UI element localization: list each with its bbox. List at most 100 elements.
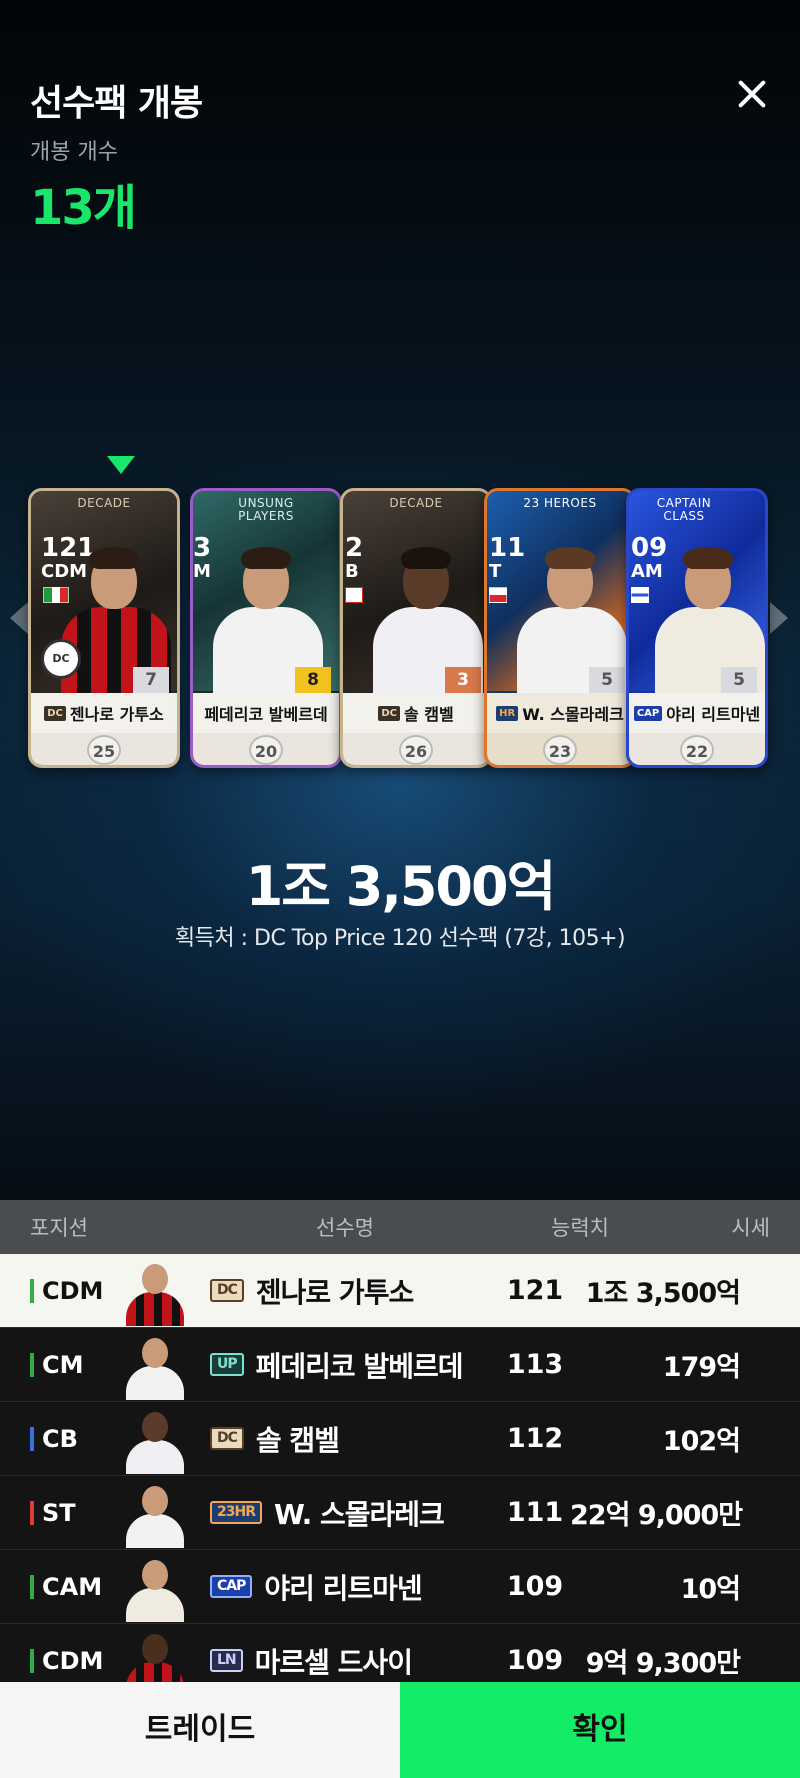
row-badge: UP	[210, 1353, 244, 1376]
row-badge: 23HR	[210, 1501, 262, 1524]
card-name-bar: DC 젠나로 가투소	[31, 693, 177, 733]
card-grade: 7	[133, 667, 169, 693]
player-thumbnail	[120, 1330, 190, 1400]
row-ovr: 111	[506, 1497, 564, 1528]
card-program: 23 HEROES	[523, 496, 597, 510]
player-list-table[interactable]: 포지션 선수명 능력치 시세 CDM DC 젠나로 가투소 121 1조 3,50…	[0, 1200, 800, 1682]
selected-card-pointer-icon	[107, 456, 135, 474]
row-ovr: 109	[506, 1645, 564, 1676]
table-row[interactable]: CB DC 솔 캠벨 112 102억	[0, 1402, 800, 1476]
player-card[interactable]: 23 HEROES 11 T 5 HR W. 스몰라레크 23	[484, 488, 636, 768]
row-price: 22억 9,000만	[570, 1500, 743, 1531]
row-price: 10억	[680, 1574, 741, 1605]
header-position: 포지션	[30, 1216, 88, 1240]
row-price: 9억 9,300만	[585, 1648, 741, 1679]
row-price: 179억	[662, 1352, 741, 1383]
open-count: 13개	[30, 180, 137, 236]
confirm-button[interactable]: 확인	[400, 1682, 800, 1778]
card-position: B	[345, 561, 359, 582]
row-player-name: 마르셀 드사이	[254, 1645, 413, 1679]
row-position: CDM	[42, 1276, 104, 1305]
trade-button[interactable]: 트레이드	[0, 1682, 400, 1778]
card-price-level: 20	[249, 735, 283, 765]
row-ovr: 113	[506, 1349, 564, 1380]
card-program: CAPTAIN CLASS	[656, 496, 712, 523]
card-player-name: 야리 리트마넨	[666, 705, 761, 724]
footer-actions: 트레이드 확인	[0, 1682, 800, 1778]
row-badge: DC	[210, 1427, 244, 1450]
card-name-bar: DC 솔 캠벨	[343, 693, 489, 733]
player-card[interactable]: DECADE 121 CDM DC 7 DC 젠나로 가투소 25	[28, 488, 180, 768]
player-card[interactable]: CAPTAIN CLASS 09 AM 5 CAP 야리 리트마넨 22	[626, 488, 768, 768]
card-badge: DC	[378, 705, 400, 721]
card-badge: HR	[496, 705, 519, 721]
row-player-name: 페데리코 발베르데	[255, 1349, 464, 1383]
row-price: 1조 3,500억	[585, 1278, 741, 1309]
row-badge: LN	[210, 1649, 243, 1672]
card-grade: 3	[445, 667, 481, 693]
card-ovr: 3	[193, 533, 212, 563]
header-ovr: 능력치	[551, 1216, 609, 1240]
card-position: T	[489, 561, 502, 582]
table-row[interactable]: ST 23HR W. 스몰라레크 111 22억 9,000만	[0, 1476, 800, 1550]
player-thumbnail	[120, 1478, 190, 1548]
table-row[interactable]: CM UP 페데리코 발베르데 113 179억	[0, 1328, 800, 1402]
card-position: M	[193, 561, 211, 582]
card-carousel[interactable]: DECADE 121 CDM DC 7 DC 젠나로 가투소 25 UNSUNG…	[0, 488, 800, 778]
row-position: CB	[42, 1424, 78, 1453]
england-flag-icon	[345, 587, 363, 603]
player-thumbnail	[120, 1256, 190, 1326]
card-badge: DC	[44, 705, 66, 721]
card-player-name: 젠나로 가투소	[69, 705, 164, 724]
row-badge: DC	[210, 1279, 244, 1302]
open-count-label: 개봉 개수	[30, 140, 118, 165]
card-program: DECADE	[77, 496, 131, 510]
row-badge: CAP	[210, 1575, 253, 1598]
table-header: 포지션 선수명 능력치 시세	[0, 1200, 800, 1254]
finland-flag-icon	[631, 587, 649, 603]
header-price: 시세	[731, 1216, 770, 1240]
row-player-name: 솔 캠벨	[255, 1423, 340, 1457]
card-name-bar: HR W. 스몰라레크	[487, 693, 633, 733]
row-ovr: 112	[506, 1423, 564, 1454]
row-price: 102억	[662, 1426, 741, 1457]
acquisition-source: 획득처 : DC Top Price 120 선수팩 (7강, 105+)	[174, 926, 626, 951]
row-player-name: 젠나로 가투소	[255, 1275, 414, 1309]
row-position: CM	[42, 1350, 84, 1379]
row-position: CDM	[42, 1646, 104, 1675]
card-grade: 5	[589, 667, 625, 693]
table-row[interactable]: CAM CAP 야리 리트마넨 109 10억	[0, 1550, 800, 1624]
close-icon[interactable]	[728, 70, 776, 118]
table-row[interactable]: CDM DC 젠나로 가투소 121 1조 3,500억	[0, 1254, 800, 1328]
player-thumbnail	[120, 1626, 190, 1682]
selected-player-price: 1조 3,500억	[245, 855, 557, 918]
card-price-level: 23	[543, 735, 577, 765]
card-name-bar: CAP 야리 리트마넨	[629, 693, 765, 733]
card-program: UNSUNG PLAYERS	[238, 496, 294, 523]
row-position: CAM	[42, 1572, 103, 1601]
row-player-name: 야리 리트마넨	[264, 1571, 422, 1605]
poland-flag-icon	[489, 587, 507, 603]
card-ovr: 2	[345, 533, 364, 563]
player-card[interactable]: UNSUNG PLAYERS 3 M 8 페데리코 발베르데 20	[190, 488, 342, 768]
player-thumbnail	[120, 1552, 190, 1622]
card-price-level: 22	[680, 735, 714, 765]
card-player-name: 솔 캠벨	[403, 705, 454, 724]
card-price-level: 25	[87, 735, 121, 765]
row-ovr: 121	[506, 1275, 564, 1306]
card-grade: 5	[721, 667, 757, 693]
card-badge: CAP	[633, 705, 663, 721]
player-card[interactable]: DECADE 2 B 3 DC 솔 캠벨 26	[340, 488, 492, 768]
page-title: 선수팩 개봉	[30, 83, 203, 124]
row-position: ST	[42, 1498, 76, 1527]
row-player-name: W. 스몰라레크	[273, 1497, 445, 1531]
card-player-name: 페데리코 발베르데	[204, 705, 328, 724]
card-player-name: W. 스몰라레크	[522, 705, 624, 724]
header-name: 선수명	[316, 1216, 374, 1240]
card-name-bar: 페데리코 발베르데	[193, 693, 339, 733]
card-grade: 8	[295, 667, 331, 693]
table-row[interactable]: CDM LN 마르셀 드사이 109 9억 9,300만	[0, 1624, 800, 1682]
card-program: DECADE	[389, 496, 443, 510]
card-price-level: 26	[399, 735, 433, 765]
player-thumbnail	[120, 1404, 190, 1474]
